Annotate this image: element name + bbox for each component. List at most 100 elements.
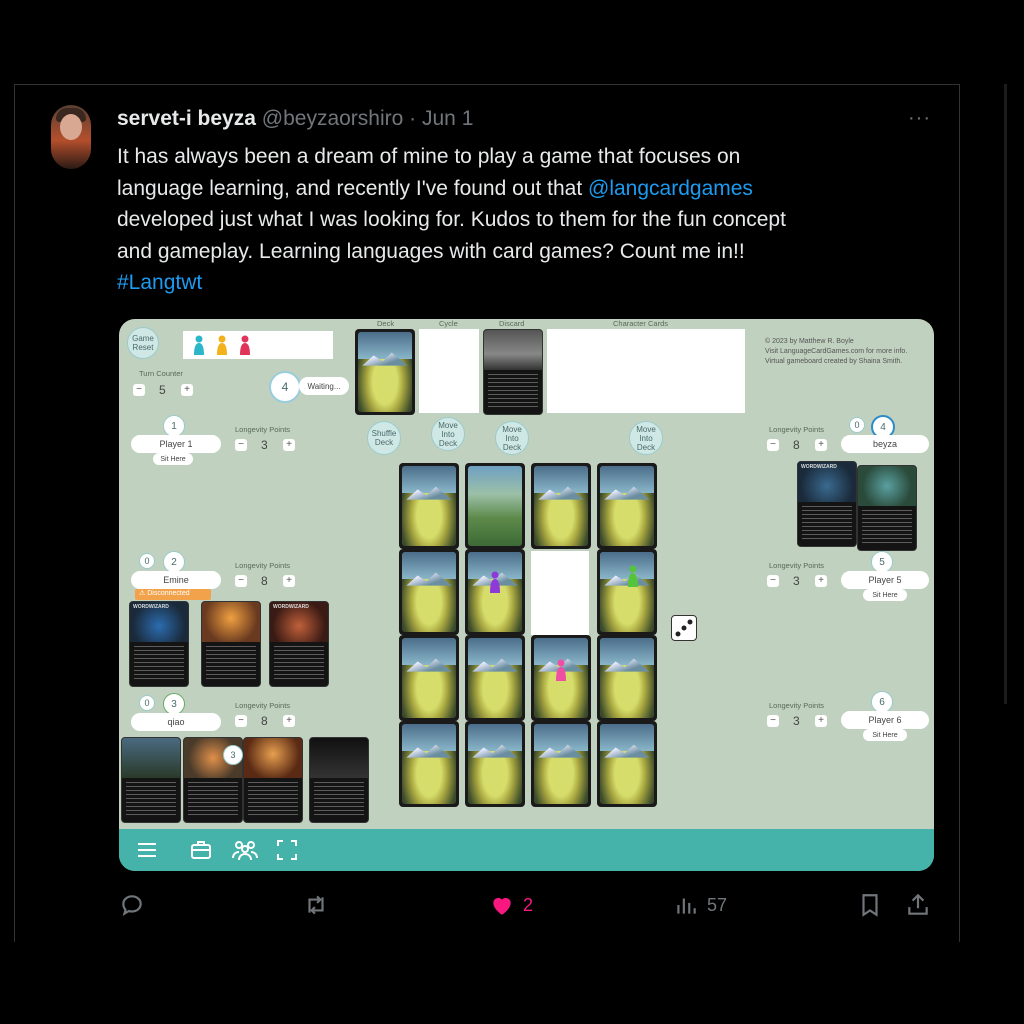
shuffle-deck-button[interactable]: Shuffle Deck bbox=[367, 421, 401, 455]
board-card[interactable] bbox=[597, 635, 657, 721]
reply-button[interactable] bbox=[119, 892, 145, 918]
separator: · bbox=[409, 107, 417, 130]
pawn-green[interactable] bbox=[627, 565, 639, 587]
character-card[interactable] bbox=[309, 737, 369, 823]
empty-card-slot[interactable] bbox=[531, 551, 589, 635]
move-into-deck-button[interactable]: Move Into Deck bbox=[629, 421, 663, 455]
turn-plus-button[interactable]: + bbox=[181, 384, 193, 396]
board-card[interactable] bbox=[465, 463, 525, 549]
pawn-tray bbox=[183, 331, 333, 359]
tweet-line: #Langtwt bbox=[117, 267, 917, 299]
points-value: 3 bbox=[793, 574, 800, 588]
players-icon[interactable] bbox=[231, 838, 258, 862]
move-into-deck-button[interactable]: Move Into Deck bbox=[431, 417, 465, 451]
points-minus-button[interactable]: − bbox=[767, 575, 779, 587]
player-card-count: 0 bbox=[139, 695, 155, 711]
points-plus-button[interactable]: + bbox=[815, 575, 827, 587]
tweet-text: It has always been a dream of mine to pl… bbox=[117, 141, 917, 299]
player-name: Player 5 bbox=[841, 571, 929, 589]
game-reset-button[interactable]: Game Reset bbox=[127, 327, 159, 359]
bookmark-button[interactable] bbox=[857, 892, 883, 918]
points-minus-button[interactable]: − bbox=[767, 715, 779, 727]
pawn-pink[interactable] bbox=[555, 659, 567, 681]
board-card[interactable] bbox=[597, 463, 657, 549]
board-card[interactable] bbox=[399, 721, 459, 807]
board-card[interactable] bbox=[465, 635, 525, 721]
tweet-line: developed just what I was looking for. K… bbox=[117, 208, 786, 231]
points-value: 8 bbox=[261, 714, 268, 728]
pawn-yellow[interactable] bbox=[216, 335, 228, 355]
retweet-button[interactable] bbox=[303, 892, 329, 918]
handle[interactable]: @beyzaorshiro bbox=[262, 107, 404, 130]
board-card[interactable] bbox=[465, 721, 525, 807]
like-button[interactable]: 2 bbox=[489, 892, 533, 918]
board-toolbar bbox=[119, 829, 934, 871]
points-value: 3 bbox=[261, 438, 268, 452]
points-minus-button[interactable]: − bbox=[235, 575, 247, 587]
character-card[interactable] bbox=[201, 601, 261, 687]
player-card-count: 0 bbox=[849, 417, 865, 433]
points-plus-button[interactable]: + bbox=[283, 575, 295, 587]
turn-minus-button[interactable]: − bbox=[133, 384, 145, 396]
reply-icon bbox=[122, 895, 142, 917]
character-card[interactable]: WORDWIZARD bbox=[269, 601, 329, 687]
board-card[interactable] bbox=[531, 463, 591, 549]
points-plus-button[interactable]: + bbox=[283, 715, 295, 727]
board-card[interactable] bbox=[597, 721, 657, 807]
points-plus-button[interactable]: + bbox=[283, 439, 295, 451]
cycle-label: Cycle bbox=[439, 319, 458, 328]
board-card[interactable] bbox=[531, 721, 591, 807]
tweet-date[interactable]: Jun 1 bbox=[422, 107, 473, 130]
display-name[interactable]: servet-i beyza bbox=[117, 107, 256, 130]
sit-here-button[interactable]: Sit Here bbox=[863, 729, 907, 741]
character-card[interactable] bbox=[121, 737, 181, 823]
more-options-icon[interactable]: ··· bbox=[908, 107, 931, 130]
hashtag-link[interactable]: #Langtwt bbox=[117, 271, 202, 294]
character-card[interactable] bbox=[243, 737, 303, 823]
points-value: 8 bbox=[793, 438, 800, 452]
player-name: Player 1 bbox=[131, 435, 221, 453]
points-minus-button[interactable]: − bbox=[767, 439, 779, 451]
pawn-red[interactable] bbox=[239, 335, 251, 355]
move-into-deck-button[interactable]: Move Into Deck bbox=[495, 421, 529, 455]
mention-link[interactable]: @langcardgames bbox=[588, 177, 753, 200]
character-card[interactable]: WORDWIZARD bbox=[129, 601, 189, 687]
character-card[interactable] bbox=[857, 465, 917, 551]
views-button[interactable]: 57 bbox=[673, 892, 727, 918]
tweet-line: and gameplay. Learning languages with ca… bbox=[117, 239, 745, 263]
points-plus-button[interactable]: + bbox=[815, 715, 827, 727]
points-value: 3 bbox=[793, 714, 800, 728]
discard-pile-card[interactable] bbox=[483, 329, 543, 415]
menu-icon[interactable] bbox=[135, 838, 159, 862]
discard-label: Discard bbox=[499, 319, 525, 328]
cycle-pile-slot[interactable] bbox=[419, 329, 479, 413]
character-cards-area[interactable] bbox=[547, 329, 745, 413]
character-card[interactable]: WORDWIZARD bbox=[797, 461, 857, 547]
points-minus-button[interactable]: − bbox=[235, 715, 247, 727]
board-card[interactable] bbox=[399, 549, 459, 635]
pawn-purple[interactable] bbox=[489, 571, 501, 593]
points-plus-button[interactable]: + bbox=[815, 439, 827, 451]
sit-here-button[interactable]: Sit Here bbox=[863, 589, 907, 601]
board-card[interactable] bbox=[399, 635, 459, 721]
player-name: beyza bbox=[841, 435, 929, 453]
points-minus-button[interactable]: − bbox=[235, 439, 247, 451]
scrollbar-track[interactable] bbox=[1004, 84, 1007, 704]
deck-pile-card[interactable] bbox=[355, 329, 415, 415]
player-number: 3 bbox=[163, 693, 185, 715]
turn-counter-label: Turn Counter bbox=[139, 369, 183, 378]
board-card[interactable] bbox=[399, 463, 459, 549]
share-button[interactable] bbox=[905, 892, 931, 918]
briefcase-icon[interactable] bbox=[189, 838, 213, 862]
board-card[interactable] bbox=[597, 549, 657, 635]
gameboard-screenshot[interactable]: Game Reset Turn Counter − 5 + 4 Waiting.… bbox=[119, 319, 934, 871]
avatar[interactable] bbox=[51, 105, 91, 169]
sit-here-button[interactable]: Sit Here bbox=[153, 453, 193, 465]
longevity-label: Longevity Points bbox=[235, 425, 291, 434]
player-number: 6 bbox=[871, 691, 893, 713]
pawn-blue[interactable] bbox=[193, 335, 205, 355]
player-name: Player 6 bbox=[841, 711, 929, 729]
longevity-label: Longevity Points bbox=[769, 701, 825, 710]
die-icon[interactable] bbox=[671, 615, 697, 641]
fullscreen-icon[interactable] bbox=[275, 838, 299, 862]
